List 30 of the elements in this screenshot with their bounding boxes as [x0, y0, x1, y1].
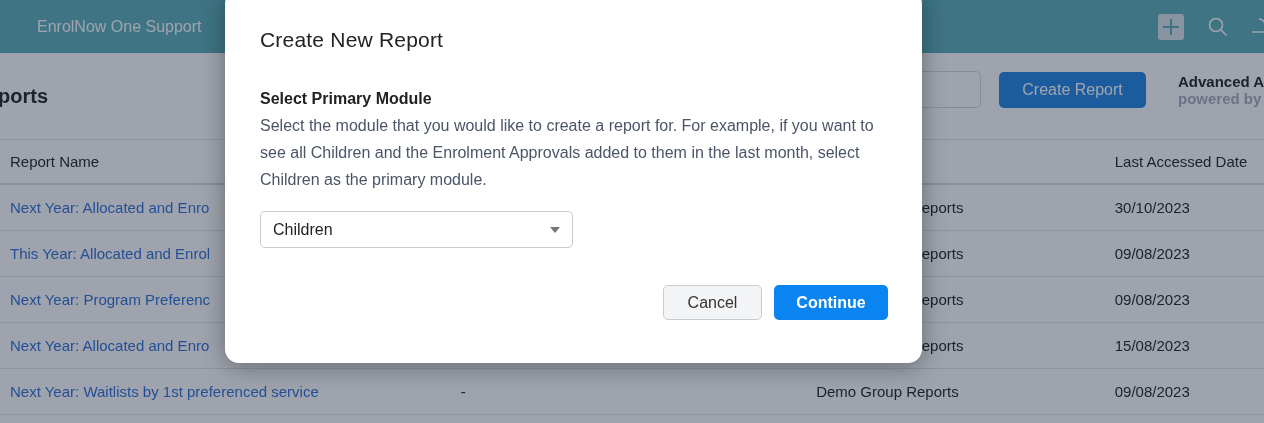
report-link[interactable]: Next Year: Allocated and Enro: [10, 337, 210, 354]
table-cell: Demo Group Reports: [816, 383, 959, 400]
report-link[interactable]: This Year: Allocated and Enrol: [10, 245, 211, 262]
table-cell: 09/08/2023: [1114, 245, 1190, 262]
table-cell: eports: [921, 199, 964, 216]
column-header[interactable]: Last Accessed Date: [1114, 153, 1264, 170]
section-label: Select Primary Module: [260, 90, 433, 108]
search-icon[interactable]: [1208, 16, 1228, 37]
table-cell: 15/08/2023: [1114, 337, 1190, 354]
table-cell: -: [460, 383, 466, 400]
table-cell: eports: [921, 337, 964, 354]
report-link[interactable]: Next Year: Waitlists by 1st preferenced service: [10, 383, 319, 400]
promo-title: Advanced A: [1178, 72, 1264, 90]
table-cell: 09/08/2023: [1114, 291, 1190, 308]
description: Select the module that you would like to create a report for. For example, if you want to see all Children and the Enrolment Approvals added to them in the last month, select Children as the primary module.: [260, 116, 875, 190]
table-cell: 09/08/2023: [1114, 383, 1190, 400]
table-cell: eports: [921, 245, 964, 262]
report-link[interactable]: Next Year: Program Preferenc: [10, 291, 211, 308]
add-icon[interactable]: [1158, 13, 1184, 40]
create-report-button[interactable]: Create Report: [999, 71, 1146, 108]
cancel-button[interactable]: Cancel: [663, 285, 762, 320]
table-cell: eports: [921, 291, 964, 308]
table-cell: 30/10/2023: [1114, 199, 1190, 216]
page-title: ports: [0, 84, 48, 108]
module-select[interactable]: Children: [260, 211, 573, 248]
report-link[interactable]: Next Year: Allocated and Enro: [10, 199, 210, 216]
dialog-title: Create New Report: [260, 28, 445, 52]
continue-button[interactable]: Continue: [774, 285, 888, 320]
caret-icon: [550, 226, 560, 233]
app-name[interactable]: EnrolNow One Support: [37, 17, 202, 36]
